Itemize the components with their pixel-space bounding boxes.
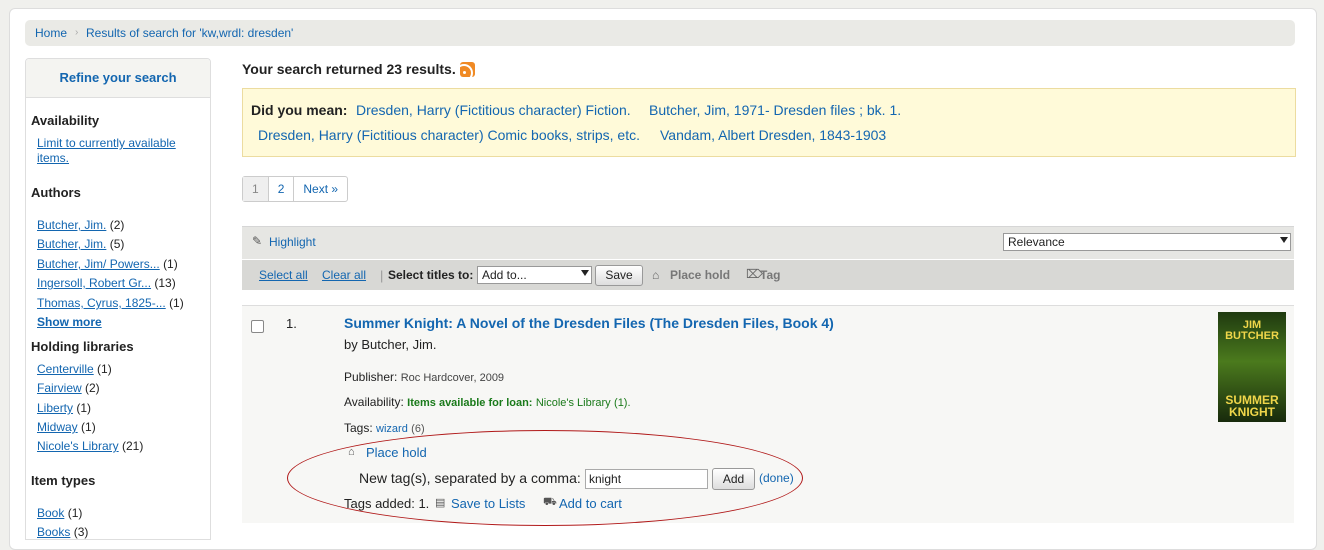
library-facet[interactable]: Midway (1) bbox=[37, 420, 96, 434]
breadcrumb-separator: › bbox=[75, 27, 79, 38]
breadcrumb-current-link[interactable]: Results of search for 'kw,wrdl: dresden' bbox=[86, 26, 293, 40]
did-you-mean-label: Did you mean: bbox=[251, 102, 348, 118]
highlight-icon: ✎ bbox=[252, 234, 263, 248]
publisher-line: Publisher: Roc Hardcover, 2009 bbox=[344, 370, 505, 384]
tag-link[interactable]: wizard bbox=[376, 423, 408, 435]
tags-line: Tags: wizard (6) bbox=[344, 421, 425, 435]
author-facet[interactable]: Thomas, Cyrus, 1825-... (1) bbox=[37, 296, 184, 310]
select-checkbox[interactable] bbox=[251, 320, 264, 333]
record-author: by Butcher, Jim. bbox=[344, 337, 437, 352]
cover-title-text: SUMMER KNIGHT bbox=[1225, 393, 1279, 419]
book-cover-image[interactable]: JIM BUTCHER SUMMER KNIGHT bbox=[1218, 312, 1286, 422]
itemtype-facet[interactable]: Book (1) bbox=[37, 506, 82, 520]
place-hold-toolbar[interactable]: Place hold bbox=[670, 268, 730, 282]
results-summary: Your search returned 23 results. bbox=[242, 61, 475, 77]
limit-available-link[interactable]: Limit to currently available bbox=[37, 136, 176, 150]
chevron-down-icon bbox=[1280, 237, 1288, 243]
highlight-annotation-oval bbox=[287, 430, 803, 526]
libraries-heading: Holding libraries bbox=[31, 339, 134, 354]
suggestion-link[interactable]: Butcher, Jim, 1971- Dresden files ; bk. … bbox=[649, 102, 901, 118]
highlight-link[interactable]: Highlight bbox=[269, 235, 316, 249]
library-facet[interactable]: Fairview (2) bbox=[37, 381, 100, 395]
breadcrumb-home-link[interactable]: Home bbox=[35, 26, 67, 40]
refine-title: Refine your search bbox=[26, 59, 210, 98]
place-hold-icon: ⌂ bbox=[652, 268, 660, 282]
show-more-link[interactable]: Show more bbox=[37, 315, 102, 329]
sort-select[interactable]: Relevance bbox=[1003, 233, 1291, 251]
record-title-link[interactable]: Summer Knight: A Novel of the Dresden Fi… bbox=[344, 315, 834, 331]
select-all-link[interactable]: Select all bbox=[259, 268, 308, 282]
select-titles-label: Select titles to: bbox=[388, 268, 474, 282]
author-facet[interactable]: Butcher, Jim. (2) bbox=[37, 218, 124, 232]
cover-author-text: JIM BUTCHER bbox=[1225, 319, 1279, 342]
suggestion-link[interactable]: Dresden, Harry (Fictitious character) Co… bbox=[258, 127, 640, 143]
divider: | bbox=[380, 268, 384, 283]
page-1: 1 bbox=[243, 177, 269, 201]
suggestion-link[interactable]: Vandam, Albert Dresden, 1843-1903 bbox=[660, 127, 886, 143]
breadcrumb: Home › Results of search for 'kw,wrdl: d… bbox=[25, 20, 1295, 46]
itemtype-facet[interactable]: Books (3) bbox=[37, 525, 88, 539]
add-to-select[interactable]: Add to... bbox=[477, 266, 592, 284]
refine-sidebar: Refine your search Availability Limit to… bbox=[25, 58, 211, 540]
library-facet[interactable]: Nicole's Library (21) bbox=[37, 439, 143, 453]
itemtypes-heading: Item types bbox=[31, 473, 96, 488]
author-facet[interactable]: Ingersoll, Robert Gr... (13) bbox=[37, 276, 176, 290]
pagination: 1 2 Next » bbox=[242, 176, 349, 202]
availability-library[interactable]: Nicole's Library bbox=[536, 397, 611, 409]
availability-heading: Availability bbox=[31, 113, 100, 128]
library-facet[interactable]: Liberty (1) bbox=[37, 401, 91, 415]
chevron-down-icon bbox=[581, 270, 589, 276]
did-you-mean-box: Did you mean: Dresden, Harry (Fictitious… bbox=[242, 88, 1296, 157]
selection-toolbar: Select all Clear all | Select titles to:… bbox=[242, 260, 1294, 290]
clear-all-link[interactable]: Clear all bbox=[322, 268, 366, 282]
limit-available-link-cont[interactable]: items. bbox=[37, 151, 69, 165]
suggestion-link[interactable]: Dresden, Harry (Fictitious character) Fi… bbox=[356, 102, 631, 118]
library-facet[interactable]: Centerville (1) bbox=[37, 362, 112, 376]
author-facet[interactable]: Butcher, Jim/ Powers... (1) bbox=[37, 257, 178, 271]
result-number: 1. bbox=[286, 316, 297, 331]
rss-feed-icon[interactable] bbox=[459, 62, 475, 77]
availability-line: Availability: Items available for loan: … bbox=[344, 395, 631, 409]
authors-heading: Authors bbox=[31, 185, 81, 200]
results-toolbar: ✎ Highlight Relevance bbox=[242, 226, 1294, 259]
save-button[interactable]: Save bbox=[595, 265, 643, 286]
author-facet[interactable]: Butcher, Jim. (5) bbox=[37, 237, 124, 251]
next-page-link[interactable]: Next » bbox=[294, 177, 347, 201]
page-2[interactable]: 2 bbox=[269, 177, 295, 201]
tag-toolbar[interactable]: Tag bbox=[760, 268, 780, 282]
